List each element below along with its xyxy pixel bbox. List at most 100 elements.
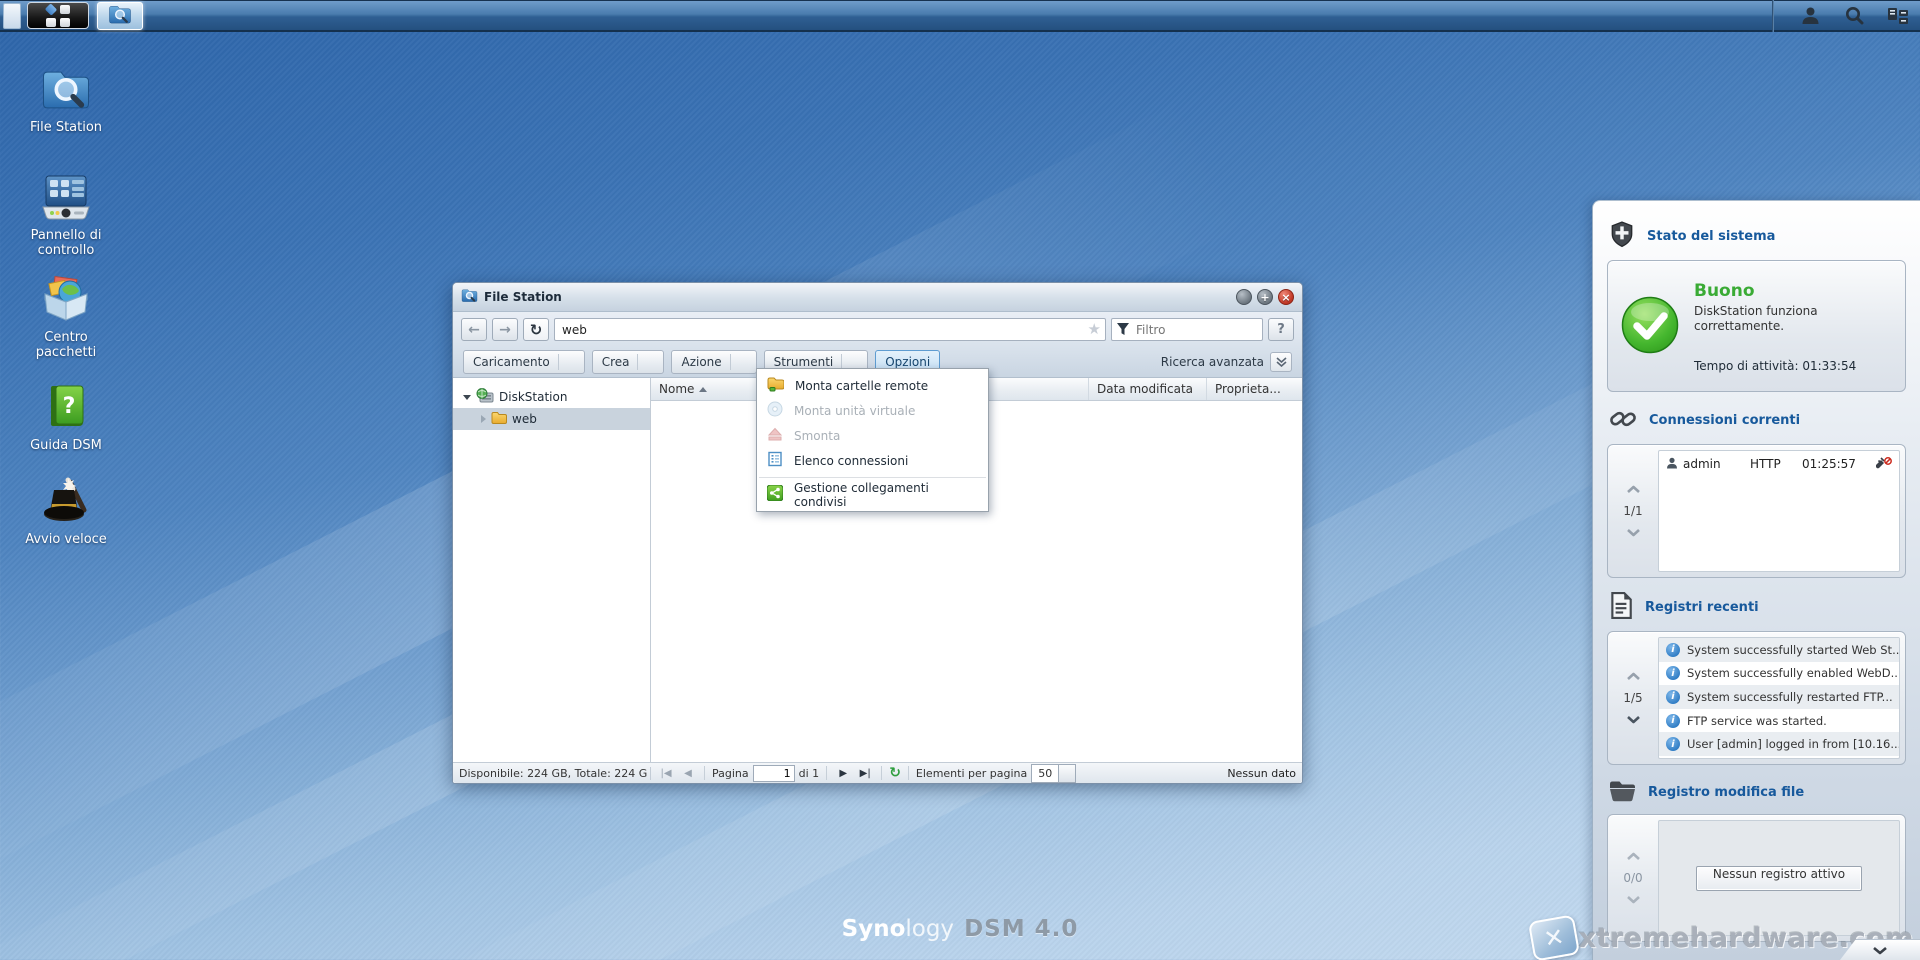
disconnect-icon[interactable] — [1875, 456, 1892, 472]
filter-input[interactable] — [1111, 318, 1263, 341]
button-label: Crea — [601, 355, 630, 369]
pager-down-icon[interactable] — [1626, 528, 1641, 537]
menu-item-mount-virtual-drive[interactable]: Monta unità virtuale — [757, 398, 988, 423]
desktop-icon-quick-launch[interactable]: Avvio veloce — [14, 474, 118, 547]
search-icon[interactable] — [1832, 2, 1876, 30]
connection-list-icon — [767, 451, 783, 470]
brand-light: logy — [905, 916, 955, 942]
desktop-icon-file-station[interactable]: File Station — [14, 62, 118, 135]
action-menu-button[interactable]: Azione — [671, 350, 757, 374]
filter-funnel-icon — [1116, 322, 1130, 339]
prev-page-button[interactable]: ◀ — [679, 765, 697, 781]
log-text: FTP service was started. — [1687, 713, 1827, 728]
tree-node-diskstation[interactable]: DiskStation — [453, 386, 650, 408]
advanced-search-toggle[interactable] — [1270, 352, 1292, 372]
window-titlebar[interactable]: File Station + × — [453, 283, 1302, 312]
connection-user: admin — [1683, 457, 1721, 471]
no-data-status: Nessun dato — [1227, 766, 1296, 780]
create-menu-button[interactable]: Crea — [591, 350, 665, 374]
widget-file-change-log: Registro modifica file 0/0 Nessun regist… — [1607, 779, 1906, 942]
menu-item-label: Monta unità virtuale — [794, 403, 916, 418]
widget-title: Registro modifica file — [1648, 784, 1805, 800]
log-row[interactable]: i System successfully restarted FTP... — [1659, 685, 1899, 709]
refresh-button[interactable]: ↻ — [523, 318, 549, 341]
upload-menu-button[interactable]: Caricamento — [463, 350, 585, 374]
per-page-label: Elementi per pagina — [915, 766, 1028, 780]
pager-count: 0/0 — [1623, 871, 1643, 885]
desktop-icon-dsm-help[interactable]: ? Guida DSM — [14, 380, 118, 453]
page-number-input[interactable] — [752, 764, 795, 782]
menu-item-connection-list[interactable]: Elenco connessioni — [757, 448, 988, 473]
divider — [881, 766, 883, 780]
folder-icon — [491, 411, 507, 427]
tree-collapse-icon[interactable] — [481, 415, 486, 423]
pager-down-icon[interactable] — [1626, 895, 1641, 904]
taskbar — [0, 0, 1920, 32]
path-input[interactable] — [554, 318, 1106, 341]
apps-grid-icon — [44, 2, 70, 27]
first-page-button[interactable]: |◀ — [657, 765, 675, 781]
pager-up-icon[interactable] — [1626, 672, 1641, 681]
user-icon[interactable] — [1788, 2, 1832, 30]
menu-separator — [759, 477, 986, 478]
last-page-button[interactable]: ▶| — [856, 765, 874, 781]
shared-links-icon — [766, 484, 784, 504]
desktop-icon-package-center[interactable]: Centro pacchetti — [14, 272, 118, 360]
taskbar-file-station-button[interactable] — [97, 1, 143, 30]
maximize-button[interactable]: + — [1257, 289, 1273, 305]
sort-ascending-icon — [699, 386, 708, 392]
menu-item-mount-remote-folders[interactable]: Monta cartelle remote — [757, 373, 988, 398]
log-row[interactable]: i System successfully enabled WebD... — [1659, 662, 1899, 686]
widget-title: Stato del sistema — [1647, 228, 1776, 244]
column-header-properties[interactable]: Proprieta... — [1206, 378, 1302, 400]
next-page-button[interactable]: ▶ — [834, 765, 852, 781]
log-row[interactable]: i FTP service was started. — [1659, 709, 1899, 733]
tree-node-web[interactable]: web — [453, 408, 650, 430]
package-center-icon — [14, 272, 118, 322]
file-station-icon — [461, 288, 478, 306]
minimize-button[interactable] — [1236, 289, 1252, 305]
column-header-modified[interactable]: Data modificata — [1088, 378, 1206, 400]
widget-recent-logs: Registri recenti 1/5 i System successful… — [1607, 592, 1906, 765]
menu-item-shared-links-manager[interactable]: Gestione collegamenti condivisi — [757, 481, 988, 509]
virtual-drive-icon — [767, 401, 783, 420]
desktop-icon-control-panel[interactable]: Pannello di controllo — [14, 170, 118, 258]
advanced-search-label: Ricerca avanzata — [1160, 355, 1264, 369]
menu-item-unmount[interactable]: Smonta — [757, 423, 988, 448]
log-text: System successfully started Web St... — [1687, 642, 1899, 657]
tree-expand-icon[interactable] — [463, 394, 471, 400]
recent-logs-card: 1/5 i System successfully started Web St… — [1607, 631, 1906, 765]
bookmark-star-icon[interactable]: ★ — [1088, 320, 1101, 338]
forward-button[interactable]: → — [492, 318, 518, 341]
help-button[interactable]: ? — [1268, 318, 1294, 341]
menu-item-label: Smonta — [794, 428, 841, 443]
widget-title: Connessioni correnti — [1649, 413, 1801, 428]
tree-node-label: DiskStation — [499, 390, 568, 404]
folder-tree: DiskStation web — [453, 378, 651, 762]
pager-up-icon[interactable] — [1626, 852, 1641, 861]
close-button[interactable]: × — [1278, 289, 1294, 305]
nas-icon — [476, 388, 494, 406]
widget-system-health: Stato del sistema Buono DiskStation funz… — [1607, 221, 1906, 392]
health-ok-icon — [1620, 295, 1680, 358]
list-refresh-icon[interactable]: ↻ — [889, 765, 901, 781]
svg-text:?: ? — [63, 394, 76, 419]
log-row[interactable]: i System successfully started Web St... — [1659, 638, 1899, 662]
no-active-log-button[interactable]: Nessun registro attivo — [1695, 865, 1863, 891]
tree-node-label: web — [512, 412, 537, 426]
per-page-select[interactable]: 50 — [1031, 763, 1077, 783]
divider — [826, 766, 828, 780]
log-row[interactable]: i User [admin] logged in from [10.16... — [1659, 732, 1899, 756]
uptime-text: Tempo di attività: 01:33:54 — [1694, 359, 1857, 373]
pager-up-icon[interactable] — [1626, 485, 1641, 494]
pager-down-icon[interactable] — [1626, 715, 1641, 724]
connection-row[interactable]: admin HTTP 01:25:57 — [1659, 451, 1899, 477]
info-icon: i — [1666, 737, 1680, 752]
file-station-icon — [108, 4, 132, 28]
main-menu-button[interactable] — [27, 2, 89, 29]
log-text: System successfully enabled WebD... — [1687, 666, 1899, 681]
show-desktop-button[interactable] — [3, 2, 21, 29]
menu-item-label: Monta cartelle remote — [795, 378, 929, 393]
back-button[interactable]: ← — [461, 318, 487, 341]
pilot-view-icon[interactable] — [1876, 2, 1920, 30]
